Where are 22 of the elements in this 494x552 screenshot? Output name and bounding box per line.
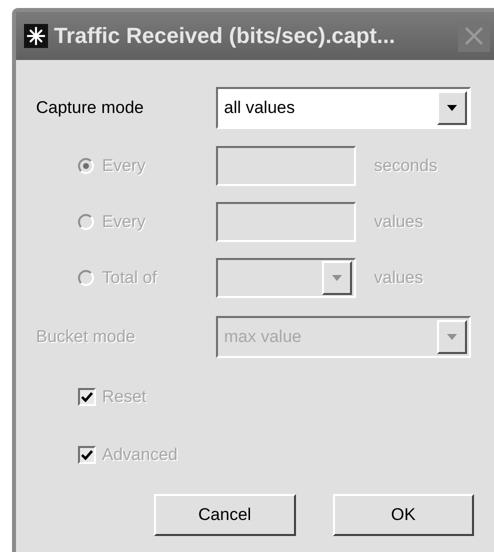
dropdown-arrow-icon bbox=[447, 105, 457, 111]
unit-label: seconds bbox=[374, 156, 438, 176]
dropdown-arrow-icon bbox=[332, 275, 342, 281]
dialog-button[interactable]: OK bbox=[332, 494, 474, 536]
checkmark-icon bbox=[81, 392, 93, 402]
dropdown-button[interactable] bbox=[437, 320, 467, 354]
unit-label: values bbox=[374, 212, 424, 232]
dropdown-arrow-icon bbox=[447, 334, 457, 340]
dialog-button[interactable]: Cancel bbox=[154, 494, 296, 536]
window-title: Traffic Received (bits/sec).capt... bbox=[54, 23, 396, 49]
dropdown-button[interactable] bbox=[437, 91, 467, 125]
unit-label: values bbox=[374, 268, 424, 288]
checkmark-icon bbox=[81, 450, 93, 460]
star-icon bbox=[24, 24, 48, 48]
count-dropdown[interactable] bbox=[216, 258, 356, 298]
dropdown-button[interactable] bbox=[322, 261, 352, 295]
capture-mode-dropdown[interactable]: all values bbox=[216, 87, 471, 129]
input-field[interactable] bbox=[216, 146, 356, 186]
field-label: Bucket mode bbox=[36, 327, 136, 347]
close-icon bbox=[463, 25, 485, 47]
field-label: Capture mode bbox=[36, 98, 144, 118]
input-field[interactable] bbox=[216, 202, 356, 242]
